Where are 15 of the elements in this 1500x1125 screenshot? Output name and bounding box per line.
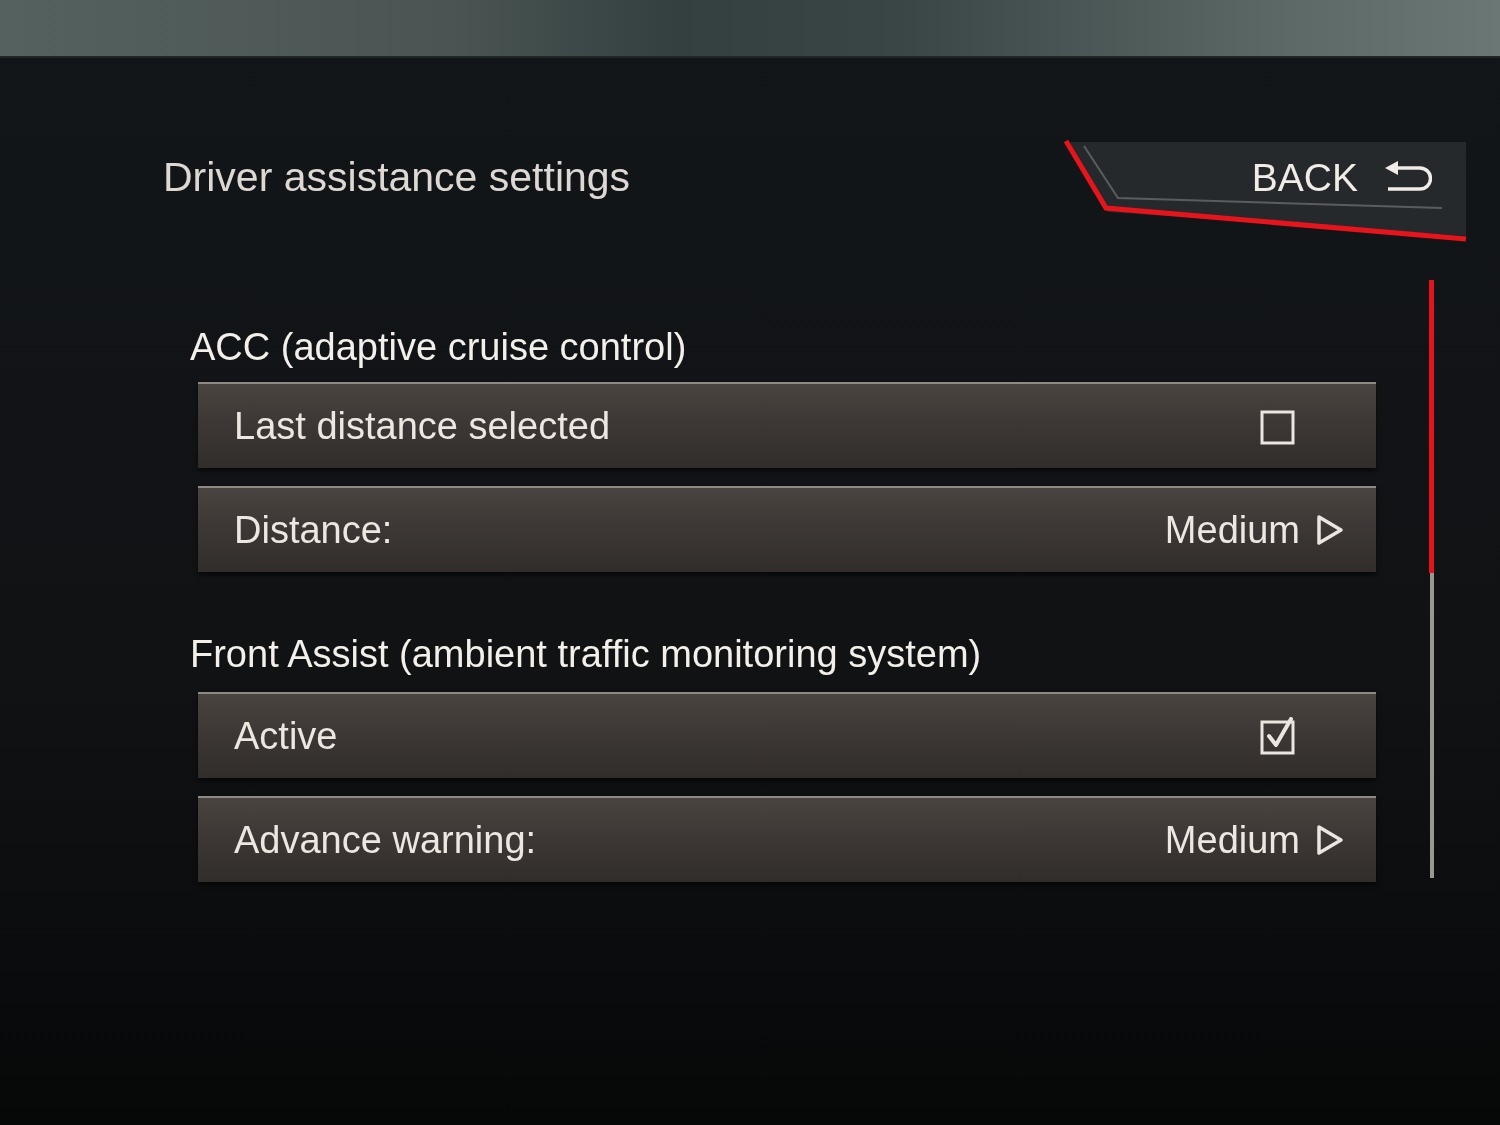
- checkbox-setting-row[interactable]: Active: [198, 692, 1376, 778]
- option-setting-row[interactable]: Distance: Medium: [198, 486, 1376, 572]
- option-value: Medium: [1164, 817, 1300, 863]
- section-heading: Front Assist (ambient traffic monitoring system): [190, 632, 983, 677]
- screen-title: Driver assistance settings: [163, 153, 631, 202]
- triangle-right-icon: [1316, 824, 1344, 856]
- scrollbar-thumb[interactable]: [1429, 280, 1434, 573]
- scrollbar-track[interactable]: [1430, 280, 1434, 878]
- checkbox-setting-row[interactable]: Last distance selected: [198, 382, 1376, 468]
- option-setting-row[interactable]: Advance warning: Medium: [198, 796, 1376, 882]
- section-heading: ACC (adaptive cruise control): [190, 325, 688, 370]
- triangle-right-icon: [1316, 514, 1344, 546]
- return-arrow-icon: [1384, 160, 1432, 192]
- checked-checkbox-icon[interactable]: [1260, 717, 1296, 755]
- option-value: Medium: [1164, 507, 1300, 553]
